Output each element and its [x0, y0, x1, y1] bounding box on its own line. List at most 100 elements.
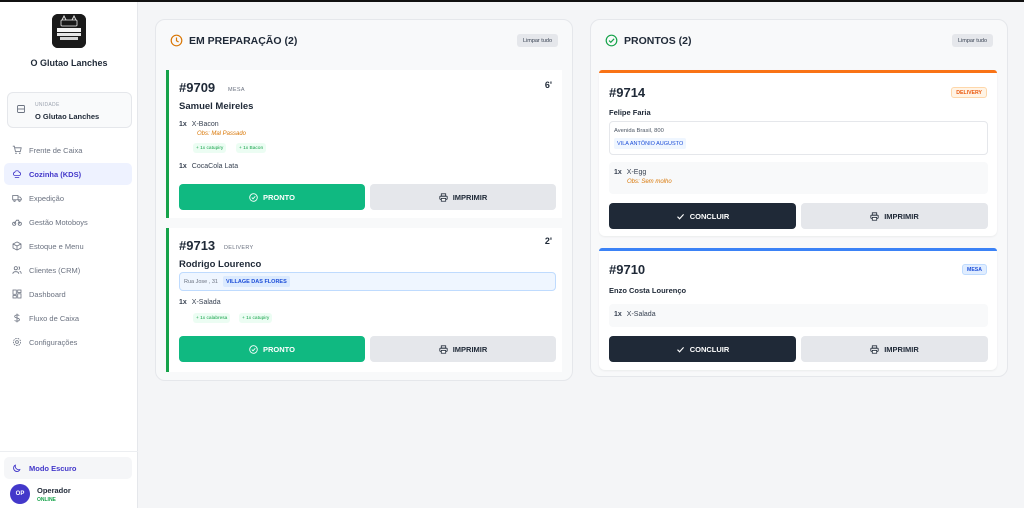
dark-mode-toggle[interactable]: Modo Escuro	[4, 457, 132, 479]
check-circle-icon	[249, 344, 258, 354]
nav-item-configuracoes[interactable]: Configurações	[4, 331, 132, 353]
nav-item-fluxo-de-caixa[interactable]: Fluxo de Caixa	[4, 307, 132, 329]
order-item: 1x X-Bacon	[179, 121, 219, 128]
print-button[interactable]: IMPRIMIR	[801, 203, 988, 229]
printer-icon	[439, 344, 448, 354]
printer-icon	[439, 192, 448, 202]
check-circle-icon	[605, 34, 618, 47]
delivery-address: Rua Jose , 31 VILLAGE DAS FLORES	[179, 272, 556, 291]
item-name: X-Bacon	[191, 121, 219, 128]
customer-name: Rodrigo Lourenco	[179, 259, 262, 270]
column-header: EM PREPARAÇÃO (2)	[170, 34, 297, 47]
print-button[interactable]: IMPRIMIR	[370, 184, 556, 210]
conclude-button[interactable]: CONCLUIR	[609, 336, 796, 362]
check-circle-icon	[249, 192, 258, 202]
mesa-accent-strip	[599, 248, 997, 251]
ready-button[interactable]: PRONTO	[179, 184, 365, 210]
operator-name: Operador	[37, 486, 71, 495]
item-obs: Obs: Sem molho	[627, 179, 672, 185]
truck-icon	[12, 195, 22, 202]
item-qty: 1x	[179, 121, 187, 128]
extra-tag: + 1x calabresa	[193, 313, 231, 323]
store-icon	[17, 105, 25, 113]
column-title: PRONTOS (2)	[624, 34, 692, 47]
items-list: 1x X-Egg Obs: Sem molho	[609, 162, 988, 194]
printer-icon	[870, 344, 879, 354]
order-number: #9714	[609, 85, 646, 100]
nav-item-dashboard[interactable]: Dashboard	[4, 283, 132, 305]
order-item: 1x CocaCola Lata	[179, 163, 238, 170]
bike-icon	[12, 219, 22, 226]
dashboard-icon	[12, 289, 22, 299]
nav-item-label: Cozinha (KDS)	[29, 169, 82, 179]
customer-name: Felipe Faria	[609, 108, 651, 117]
nav-item-frente-de-caixa[interactable]: Frente de Caixa	[4, 139, 132, 161]
nav-item-expedicao[interactable]: Expedição	[4, 187, 132, 209]
order-number: #9709	[179, 80, 216, 95]
unit-selector[interactable]: UNIDADE O Glutao Lanches	[7, 92, 132, 128]
order-timer: 6'	[544, 80, 552, 90]
column-in-preparation: EM PREPARAÇÃO (2) Limpar tudo #9709 MESA…	[155, 19, 573, 381]
brand-logo	[52, 14, 86, 48]
nav-item-label: Fluxo de Caixa	[29, 313, 80, 323]
order-type-badge: DELIVERY	[951, 87, 987, 98]
column-header: PRONTOS (2)	[605, 34, 691, 47]
avatar[interactable]: OP	[10, 484, 30, 504]
ready-label: PRONTO	[263, 192, 295, 202]
item-qty: 1x	[614, 169, 622, 176]
nav-item-estoque[interactable]: Estoque e Menu	[4, 235, 132, 257]
box-icon	[12, 241, 22, 251]
customer-name: Samuel Meireles	[179, 101, 254, 112]
conclude-button[interactable]: CONCLUIR	[609, 203, 796, 229]
top-edge	[0, 0, 1024, 2]
nav-item-label: Expedição	[29, 193, 65, 203]
item-qty: 1x	[179, 163, 187, 170]
extra-tag: + 1x catupiry	[193, 143, 227, 153]
cart-icon	[12, 145, 22, 154]
conclude-label: CONCLUIR	[689, 344, 730, 354]
delivery-address: Avenida Brasil, 800 VILA ANTÔNIO AUGUSTO	[609, 121, 988, 155]
order-card-9713: #9713 DELIVERY 2' Rodrigo Lourenco Rua J…	[166, 228, 562, 372]
gear-icon	[13, 338, 21, 346]
dollar-icon	[14, 313, 20, 323]
printer-icon	[870, 211, 879, 221]
extra-tag: + 1x catupiry	[239, 313, 273, 323]
nav-item-label: Clientes (CRM)	[29, 265, 81, 275]
nav-item-clientes[interactable]: Clientes (CRM)	[4, 259, 132, 281]
chef-hat-icon	[12, 170, 22, 178]
dark-mode-label: Modo Escuro	[29, 463, 77, 473]
order-item: 1x X-Salada	[614, 311, 656, 318]
nav-item-label: Configurações	[29, 337, 78, 347]
order-card-9714: #9714 DELIVERY Felipe Faria Avenida Bras…	[599, 70, 997, 236]
order-type: DELIVERY	[224, 245, 254, 251]
print-label: IMPRIMIR	[884, 211, 919, 221]
print-label: IMPRIMIR	[452, 192, 488, 202]
item-name: X-Salada	[626, 311, 656, 318]
item-name: X-Egg	[626, 169, 647, 176]
ready-button[interactable]: PRONTO	[179, 336, 365, 362]
print-label: IMPRIMIR	[452, 344, 488, 354]
delivery-accent-strip	[599, 70, 997, 73]
nav-item-gestao-motoboys[interactable]: Gestão Motoboys	[4, 211, 132, 233]
customer-name: Enzo Costa Lourenço	[609, 286, 687, 295]
clear-all-button[interactable]: Limpar tudo	[951, 34, 993, 47]
order-type: MESA	[228, 87, 245, 93]
print-button[interactable]: IMPRIMIR	[370, 336, 556, 362]
nav-item-label: Frente de Caixa	[29, 145, 83, 155]
print-button[interactable]: IMPRIMIR	[801, 336, 988, 362]
items-list: 1x X-Salada	[609, 304, 988, 327]
ready-label: PRONTO	[263, 344, 295, 354]
unit-value: O Glutao Lanches	[35, 112, 100, 121]
brand-name: O Glutao Lanches	[30, 58, 108, 68]
sidebar-divider	[0, 451, 138, 452]
nav-item-cozinha[interactable]: Cozinha (KDS)	[4, 163, 132, 185]
item-name: X-Salada	[191, 299, 221, 306]
neighborhood-chip: VILLAGE DAS FLORES	[222, 276, 290, 287]
neighborhood-chip: VILA ANTÔNIO AUGUSTO	[614, 138, 687, 149]
order-item: 1x X-Salada	[179, 299, 221, 306]
order-number: #9710	[609, 262, 646, 277]
operator-status: ONLINE	[37, 497, 56, 503]
clear-all-button[interactable]: Limpar tudo	[516, 34, 558, 47]
extra-tag: + 1x Bacon	[236, 143, 267, 153]
address-street: Rua Jose , 31	[184, 278, 218, 285]
